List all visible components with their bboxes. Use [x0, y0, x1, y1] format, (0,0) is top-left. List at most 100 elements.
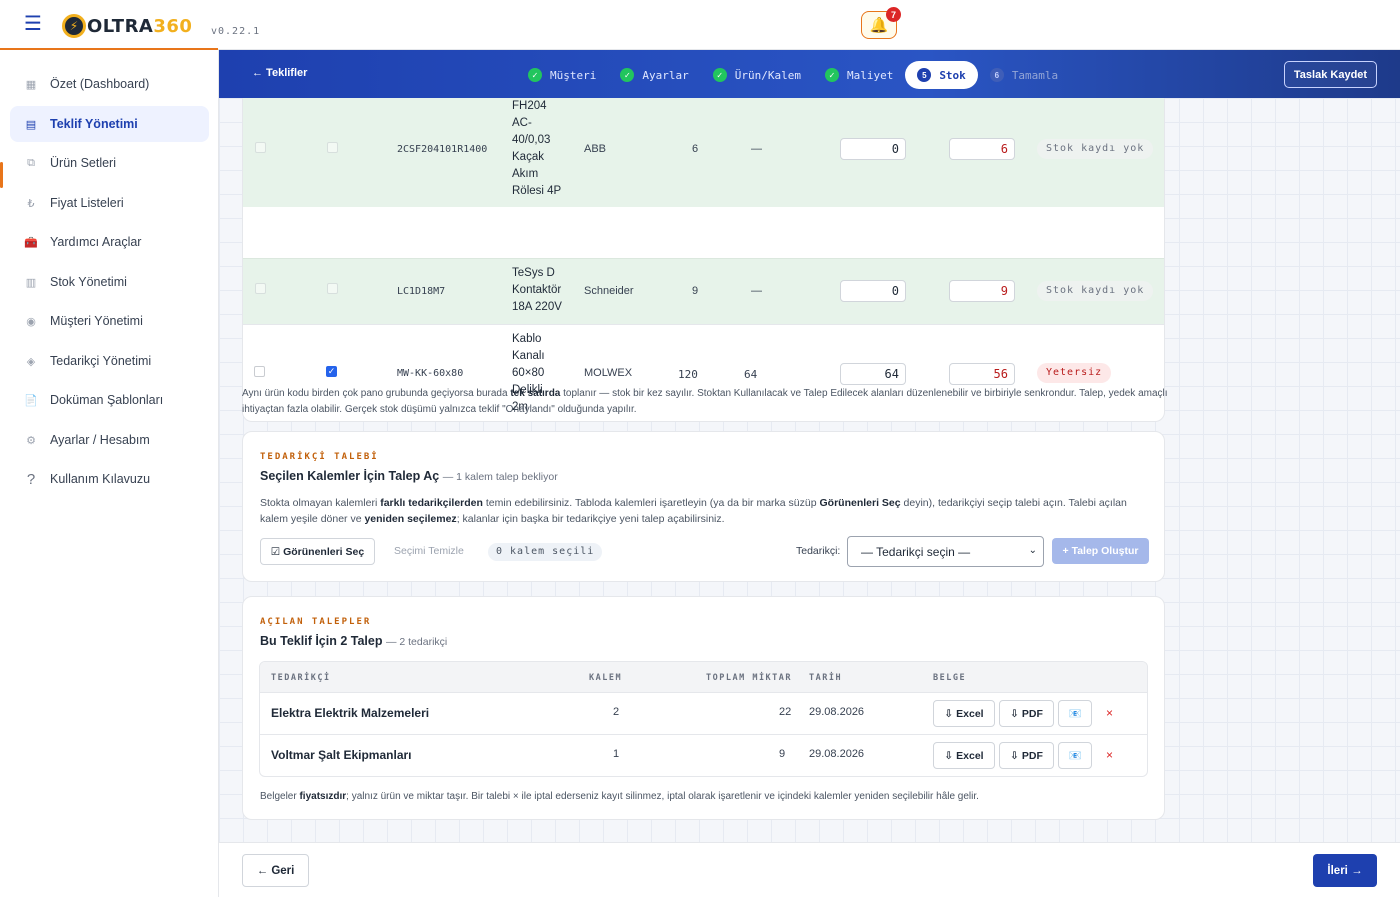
sidebar-item-label: Müşteri Yönetimi — [50, 314, 143, 328]
request-quantity-input[interactable]: 6 — [949, 138, 1015, 160]
sidebar-item-customers[interactable]: ◉ Müşteri Yönetimi — [10, 303, 209, 339]
next-button[interactable]: İleri → — [1313, 854, 1377, 887]
table-header: TEDARİKÇİ KALEM TOPLAM MİKTAR TARİH BELG… — [260, 662, 1147, 693]
total-quantity: 22 — [779, 706, 792, 718]
sidebar-item-label: Doküman Şablonları — [50, 393, 164, 407]
sidebar-item-suppliers[interactable]: ◈ Tedarikçi Yönetimi — [10, 343, 209, 379]
check-icon: ✓ — [528, 68, 542, 82]
sidebar-item-label: Tedarikçi Yönetimi — [50, 354, 152, 368]
product-name: TeSys D Kontaktör 18A 220V — [512, 267, 562, 313]
sidebar-item-price-lists[interactable]: ₺ Fiyat Listeleri — [10, 185, 209, 221]
requests-footnote: Belgeler fiyatsızdır; yalnız ürün ve mik… — [260, 791, 979, 802]
app-version: v0.22.1 — [211, 26, 261, 37]
stock-table: 2CSF204101R1400 FH204 AC- 40/0,03 Kaçak Akım… — [242, 98, 1165, 422]
sidebar-item-label: Kullanım Kılavuzu — [50, 472, 151, 486]
quantity: 9 — [692, 285, 699, 297]
column-header: TEDARİKÇİ — [271, 673, 331, 683]
request-quantity-input[interactable]: 9 — [949, 280, 1015, 302]
download-excel-button[interactable]: ⇩ Excel — [933, 742, 995, 769]
quantity: 6 — [692, 143, 699, 155]
cancel-request-button[interactable]: × — [1106, 748, 1113, 762]
notifications-button[interactable]: 🔔 7 — [861, 7, 901, 39]
step-settings[interactable]: ✓ Ayarlar — [608, 61, 700, 89]
bell-icon: 🔔 — [869, 17, 889, 34]
create-request-button[interactable]: + Talep Oluştur — [1052, 538, 1149, 564]
menu-icon[interactable]: ☰ — [24, 14, 42, 34]
layers-icon: ⧉ — [27, 156, 35, 169]
top-bar: ☰ ⚡ OLTRA360 v0.22.1 🔔 7 — [0, 0, 1400, 50]
download-excel-button[interactable]: ⇩ Excel — [933, 700, 995, 727]
sidebar-item-label: Ürün Setleri — [50, 156, 116, 170]
use-from-stock-input[interactable]: 0 — [840, 280, 906, 302]
cancel-request-button[interactable]: × — [1106, 706, 1113, 720]
step-cost[interactable]: ✓ Maliyet — [813, 61, 905, 89]
active-indicator — [0, 162, 3, 188]
supplier-select[interactable]: — Tedarikçi seçin — ⌄ — [847, 536, 1044, 567]
selected-count-badge: 0 kalem seçili — [488, 543, 603, 561]
sidebar-item-dashboard[interactable]: ▦ Özet (Dashboard) — [10, 66, 209, 102]
row-checkbox[interactable] — [254, 366, 265, 377]
sidebar-item-tools[interactable]: 🧰 Yardımcı Araçlar — [10, 224, 209, 260]
gear-icon: ⚙ — [26, 434, 36, 447]
select-visible-button[interactable]: ☑ Görünenleri Seç — [260, 538, 375, 565]
product-code: 2CSF204101R1400 — [397, 144, 488, 155]
step-number: 5 — [917, 68, 932, 82]
email-icon[interactable]: 📧 — [1058, 742, 1092, 769]
step-products[interactable]: ✓ Ürün/Kalem — [701, 61, 813, 89]
column-header: TARİH — [809, 673, 843, 683]
back-button[interactable]: ← Geri — [242, 854, 309, 887]
check-icon: ✓ — [620, 68, 635, 82]
sidebar-item-templates[interactable]: 📄 Doküman Şablonları — [10, 382, 209, 418]
sidebar-item-label: Stok Yönetimi — [50, 275, 127, 289]
table-row: Elektra Elektrik Malzemeleri 2 22 29.08.… — [260, 693, 1147, 735]
logo[interactable]: ⚡ OLTRA360 — [62, 14, 192, 38]
supplier-name: Voltmar Şalt Ekipmanları — [271, 748, 412, 762]
main-content: 2CSF204101R1400 FH204 AC- 40/0,03 Kaçak Akım… — [219, 50, 1400, 897]
download-pdf-button[interactable]: ⇩ PDF — [999, 700, 1054, 727]
section-title: Bu Teklif İçin 2 Talep — 2 tedarikçi — [260, 634, 448, 648]
table-row: Voltmar Şalt Ekipmanları 1 9 29.08.2026 … — [260, 735, 1147, 776]
sidebar-item-label: Özet (Dashboard) — [50, 77, 150, 91]
download-pdf-button[interactable]: ⇩ PDF — [999, 742, 1054, 769]
sidebar-item-guide[interactable]: ? Kullanım Kılavuzu — [10, 461, 209, 497]
step-customer[interactable]: ✓ Müşteri — [516, 61, 608, 89]
status-badge: Stok kaydı yok — [1037, 139, 1154, 159]
table-row: LC1D18M7 TeSys D Kontaktör 18A 220V Schnei… — [243, 258, 1164, 324]
sidebar-item-stock[interactable]: ▥ Stok Yönetimi — [10, 264, 209, 300]
requests-table: TEDARİKÇİ KALEM TOPLAM MİKTAR TARİH BELG… — [259, 661, 1148, 777]
supplier-icon: ◈ — [26, 355, 36, 368]
lira-icon: ₺ — [27, 197, 35, 210]
opened-requests-card: AÇILAN TALEPLER Bu Teklif İçin 2 Talep —… — [242, 596, 1165, 820]
step-stock[interactable]: 5 Stok — [905, 61, 978, 89]
column-header: KALEM — [589, 673, 623, 683]
check-icon: ✓ — [824, 68, 839, 82]
product-name: FH204 AC- 40/0,03 Kaçak Akım Rölesi 4P — [512, 100, 562, 197]
stock-note: Aynı ürün kodu birden çok pano grubunda … — [242, 388, 1168, 415]
sidebar-item-product-sets[interactable]: ⧉ Ürün Setleri — [10, 145, 209, 181]
stock-amount: — — [751, 285, 762, 297]
document-icon: ▤ — [25, 118, 37, 131]
product-code: MW-KK-60x80 — [397, 368, 464, 379]
use-from-stock-input[interactable]: 64 — [840, 363, 906, 385]
sidebar-item-quotes[interactable]: ▤ Teklif Yönetimi — [10, 106, 209, 142]
table-row: 2CSF204101R1400 FH204 AC- 40/0,03 Kaçak Akım… — [243, 98, 1164, 207]
column-header: TOPLAM MİKTAR — [706, 673, 793, 683]
sidebar-item-settings[interactable]: ⚙ Ayarlar / Hesabım — [10, 422, 209, 458]
use-from-stock-input[interactable]: 0 — [840, 138, 906, 160]
total-quantity: 9 — [779, 748, 786, 760]
row-select-checkbox[interactable]: ✓ — [326, 366, 337, 377]
request-quantity-input[interactable]: 56 — [949, 363, 1015, 385]
warehouse-icon: ▥ — [25, 276, 37, 289]
brand: ABB — [584, 143, 607, 155]
request-date: 29.08.2026 — [809, 748, 865, 760]
toolbox-icon: 🧰 — [24, 236, 38, 249]
stock-amount: — — [751, 143, 762, 155]
chevron-down-icon: ⌄ — [1028, 545, 1037, 556]
back-to-quotes-link[interactable]: ← Teklifler — [252, 67, 307, 79]
save-draft-button[interactable]: Taslak Kaydet — [1284, 61, 1377, 88]
help-icon: ? — [26, 470, 36, 488]
step-complete[interactable]: 6 Tamamla — [978, 61, 1070, 89]
clear-selection-button[interactable]: Seçimi Temizle — [394, 545, 464, 557]
email-icon[interactable]: 📧 — [1058, 700, 1092, 727]
status-badge: Stok kaydı yok — [1037, 281, 1154, 301]
